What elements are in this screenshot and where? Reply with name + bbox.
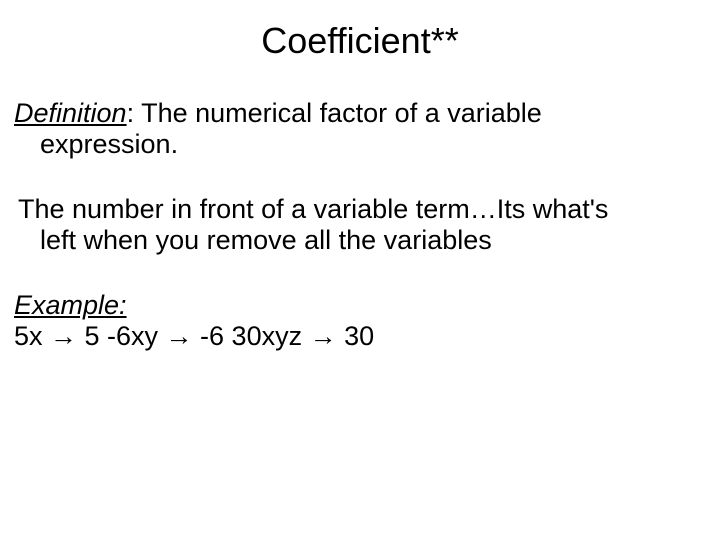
explanation-section: The number in front of a variable term…I… xyxy=(10,194,710,256)
definition-text-line1: : The numerical factor of a variable xyxy=(127,98,542,128)
explanation-line1: The number in front of a variable term…I… xyxy=(14,194,710,225)
definition-section: Definition: The numerical factor of a va… xyxy=(10,98,710,160)
example-section: Example: 5x → 5 -6xy → -6 30xyz → 30 xyxy=(10,290,710,352)
example-text: 5x → 5 -6xy → -6 30xyz → 30 xyxy=(10,321,710,352)
page-title: Coefficient** xyxy=(10,20,710,62)
definition-text-line2: expression. xyxy=(14,129,710,160)
explanation-line2: left when you remove all the variables xyxy=(14,225,710,256)
definition-label: Definition xyxy=(14,98,127,128)
example-label: Example: xyxy=(10,290,710,321)
